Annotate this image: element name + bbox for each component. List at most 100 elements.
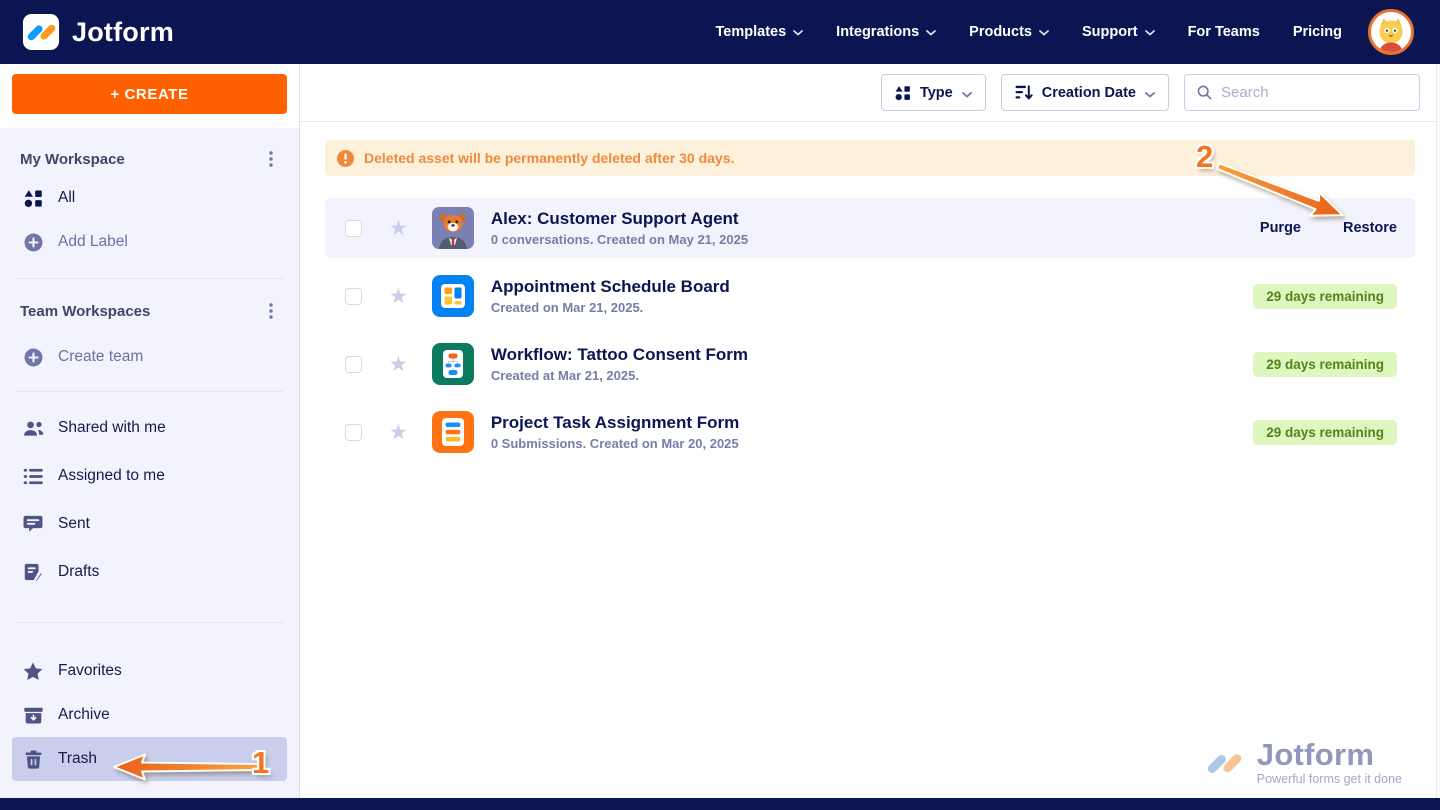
shapes-icon xyxy=(895,85,910,100)
divider xyxy=(16,278,283,279)
sidebar-nav: My Workspace All Add Label Team Workspac… xyxy=(0,128,299,798)
favorite-star-icon[interactable]: ★ xyxy=(389,422,408,443)
banner-text: Deleted asset will be permanently delete… xyxy=(364,150,735,166)
board-app-icon xyxy=(431,275,474,317)
row-checkbox[interactable] xyxy=(345,287,362,305)
row-checkbox[interactable] xyxy=(345,219,362,237)
nav-item-integrations[interactable]: Integrations xyxy=(836,24,937,40)
sidebar-item-label: Create team xyxy=(58,348,144,365)
main-content: Deleted asset will be permanently delete… xyxy=(300,122,1440,798)
asset-row-workflow[interactable]: ★ Workflow: Tattoo Consent Form Created … xyxy=(325,334,1415,394)
asset-info: Alex: Customer Support Agent 0 conversat… xyxy=(491,209,748,247)
search-box xyxy=(1184,74,1420,111)
sidebar-item-label: All xyxy=(58,189,76,206)
sidebar-item-add-label[interactable]: Add Label xyxy=(12,220,287,264)
sidebar-group-shared: Shared with me Assigned to me Sent Draft… xyxy=(12,404,287,596)
shapes-icon xyxy=(22,189,44,208)
kebab-icon xyxy=(269,151,273,167)
nav-item-support[interactable]: Support xyxy=(1082,24,1155,40)
my-workspace-title: My Workspace xyxy=(20,150,125,168)
nav-item-products[interactable]: Products xyxy=(969,24,1049,40)
jotform-logo[interactable]: Jotform xyxy=(22,13,174,51)
sidebar-item-drafts[interactable]: Drafts xyxy=(12,548,287,596)
nav-item-for-teams[interactable]: For Teams xyxy=(1188,24,1260,40)
search-icon xyxy=(1197,85,1212,100)
nav-links: Templates Integrations Products Support … xyxy=(716,24,1342,40)
type-filter-button[interactable]: Type xyxy=(880,74,986,111)
sidebar-item-trash[interactable]: Trash xyxy=(12,737,287,781)
row-actions: Purge Restore xyxy=(1260,220,1397,236)
sidebar-item-assigned-to-me[interactable]: Assigned to me xyxy=(12,452,287,500)
asset-list: ★ Alex: Customer Support Agent 0 convers… xyxy=(325,198,1415,462)
favorite-star-icon[interactable]: ★ xyxy=(389,218,408,239)
plus-circle-icon xyxy=(22,348,44,367)
archive-box-icon xyxy=(22,707,44,724)
sidebar-item-create-team[interactable]: Create team xyxy=(12,335,287,379)
sidebar-item-shared-with-me[interactable]: Shared with me xyxy=(12,404,287,452)
divider xyxy=(16,622,283,623)
purge-button[interactable]: Purge xyxy=(1260,220,1301,236)
asset-meta: 0 Submissions. Created on Mar 20, 2025 xyxy=(490,436,739,451)
main-toolbar: Type Creation Date xyxy=(300,64,1440,122)
sidebar-item-favorites[interactable]: Favorites xyxy=(12,649,287,693)
chevron-down-icon xyxy=(793,30,804,36)
row-checkbox[interactable] xyxy=(345,355,362,373)
brand-name: Jotform xyxy=(72,16,174,47)
restore-button[interactable]: Restore xyxy=(1343,220,1397,236)
row-actions: 29 days remaining xyxy=(1253,419,1397,445)
create-button[interactable]: + CREATE xyxy=(12,74,287,114)
warning-icon xyxy=(337,149,354,167)
asset-info: Workflow: Tattoo Consent Form Created at… xyxy=(491,345,748,383)
kebab-icon xyxy=(269,303,273,319)
main-panel: Type Creation Date Search Deleted asset … xyxy=(300,64,1440,798)
scrollbar-track[interactable] xyxy=(1436,64,1440,798)
chevron-down-icon xyxy=(1144,30,1155,36)
workflow-app-icon xyxy=(431,343,474,385)
top-navbar: Jotform Templates Integrations Products … xyxy=(0,0,1440,64)
asset-row-agent[interactable]: ★ Alex: Customer Support Agent 0 convers… xyxy=(325,198,1415,258)
asset-row-form[interactable]: ★ Project Task Assignment Form 0 Submiss… xyxy=(325,402,1415,462)
form-app-icon xyxy=(431,411,474,453)
team-workspaces-title: Team Workspaces xyxy=(20,302,151,320)
row-actions: 29 days remaining xyxy=(1253,351,1397,377)
sort-button[interactable]: Creation Date xyxy=(1000,74,1169,111)
user-avatar[interactable] xyxy=(1368,9,1414,55)
jotform-watermark: Jotform Powerful forms get it done xyxy=(1201,739,1402,786)
cat-avatar-icon xyxy=(1371,12,1411,52)
favorite-star-icon[interactable]: ★ xyxy=(389,354,408,375)
favorite-star-icon[interactable]: ★ xyxy=(389,286,408,307)
sidebar-item-sent[interactable]: Sent xyxy=(12,500,287,548)
sidebar-item-archive[interactable]: Archive xyxy=(12,693,287,737)
sidebar-item-label: Favorites xyxy=(58,662,122,679)
my-workspace-menu-button[interactable] xyxy=(263,149,279,169)
chat-bubble-icon xyxy=(22,515,44,533)
nav-item-templates[interactable]: Templates xyxy=(716,24,804,40)
plus-circle-icon xyxy=(22,233,44,252)
asset-title: Alex: Customer Support Agent xyxy=(490,209,739,228)
nav-item-pricing[interactable]: Pricing xyxy=(1293,24,1342,40)
team-workspaces-menu-button[interactable] xyxy=(263,301,279,321)
row-actions: 29 days remaining xyxy=(1253,283,1397,309)
people-icon xyxy=(22,420,44,437)
row-checkbox[interactable] xyxy=(345,423,362,441)
sidebar-header: + CREATE xyxy=(0,64,299,128)
search-input[interactable] xyxy=(1221,84,1407,101)
sidebar-item-label: Archive xyxy=(58,706,110,723)
asset-title: Project Task Assignment Form xyxy=(490,413,740,432)
asset-info: Project Task Assignment Form 0 Submissio… xyxy=(491,413,739,451)
app-layout: + CREATE My Workspace All Add Label Team… xyxy=(0,64,1440,798)
chevron-down-icon xyxy=(1039,30,1049,36)
sidebar-item-all[interactable]: All xyxy=(12,176,287,220)
watermark-tagline: Powerful forms get it done xyxy=(1256,772,1402,786)
sidebar-item-label: Sent xyxy=(58,515,90,532)
asset-title: Appointment Schedule Board xyxy=(490,277,730,296)
team-workspaces-section: Team Workspaces xyxy=(12,293,287,329)
chevron-down-icon xyxy=(1145,86,1155,102)
days-remaining-badge: 29 days remaining xyxy=(1253,283,1397,309)
days-remaining-badge: 29 days remaining xyxy=(1253,419,1397,445)
chevron-down-icon xyxy=(926,30,937,36)
asset-row-board[interactable]: ★ Appointment Schedule Board Created on … xyxy=(325,266,1415,326)
my-workspace-section: My Workspace xyxy=(12,142,287,176)
trash-warning-banner: Deleted asset will be permanently delete… xyxy=(325,140,1415,176)
jotform-watermark-logo-icon xyxy=(1201,740,1247,786)
